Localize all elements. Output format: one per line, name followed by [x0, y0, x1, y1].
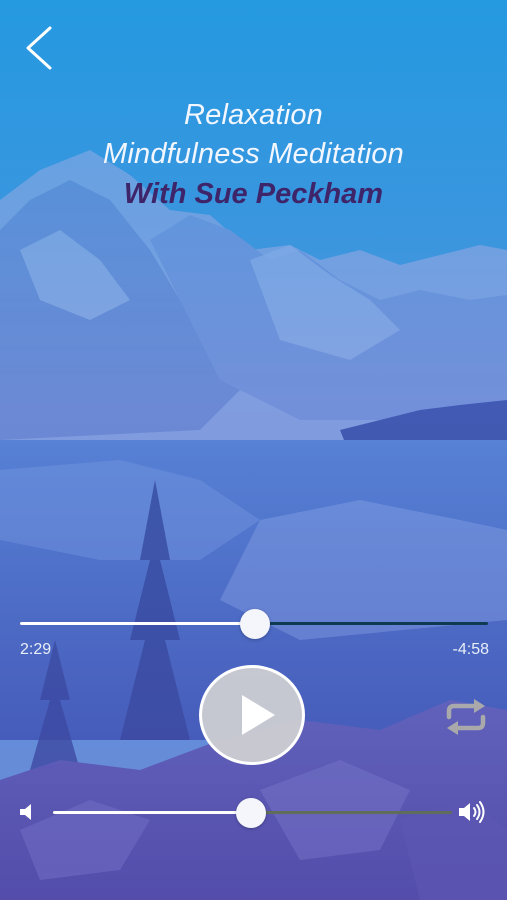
volume-low-icon — [18, 803, 36, 821]
play-icon — [242, 695, 275, 735]
volume-slider[interactable] — [53, 798, 452, 828]
play-button[interactable] — [199, 665, 305, 765]
track-title-line1: Relaxation — [183, 99, 324, 131]
volume-thumb[interactable] — [235, 798, 266, 828]
track-titles: Relaxation Mindfulness Meditation With S… — [0, 96, 507, 214]
time-elapsed: 2:29 — [20, 641, 52, 658]
time-remaining: -4:58 — [452, 641, 489, 658]
volume-fill — [53, 811, 251, 814]
repeat-icon — [446, 699, 486, 735]
track-author: With Sue Peckham — [123, 178, 384, 210]
repeat-button[interactable] — [443, 697, 489, 737]
progress-fill — [20, 622, 256, 625]
back-button[interactable] — [18, 24, 62, 72]
volume-high-icon — [458, 800, 488, 824]
chevron-left-icon — [26, 26, 52, 70]
progress-slider[interactable] — [20, 609, 488, 639]
track-title-line2: Mindfulness Meditation — [103, 138, 404, 170]
